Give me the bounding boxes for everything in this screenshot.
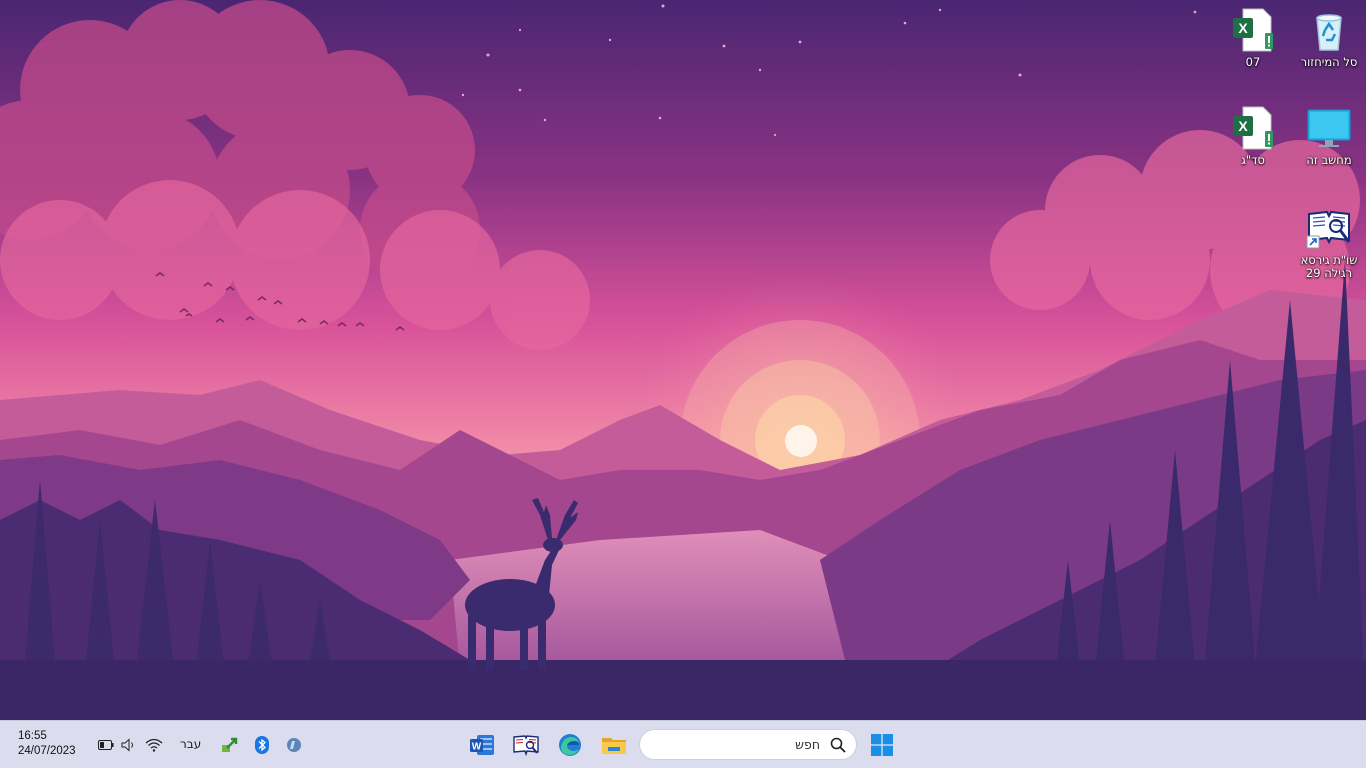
desktop-icon-excel-sdg[interactable]: X סד"ג [1218,104,1288,167]
green-arrow-app-icon[interactable] [219,721,241,769]
desktop-icon-shut-app[interactable]: שו"ת גירסא רגילה 29 [1294,204,1364,280]
taskbar: 16:55 24/07/2023 עבר W חפש [0,720,1366,768]
search-placeholder: חפש [795,737,820,752]
language-indicator[interactable]: עבר [180,737,201,751]
wifi-icon[interactable] [144,721,164,769]
globe-app-icon[interactable] [284,721,304,769]
system-clock[interactable]: 16:55 24/07/2023 [18,729,76,759]
wallpaper-image [0,0,1366,720]
desktop-icon-label: סד"ג [1241,153,1265,167]
desktop-icon-label: שו"ת גירסא רגילה 29 [1300,253,1358,280]
clock-time: 16:55 [18,730,47,742]
clock-date: 24/07/2023 [18,745,76,757]
windows-start-icon[interactable] [866,721,898,769]
book-shortcut-icon [1305,204,1353,252]
recycle-bin-icon [1305,6,1353,54]
desktop-icon-recycle-bin[interactable]: סל המיחזור [1294,6,1364,69]
svg-text:X: X [1238,20,1248,36]
taskbar-search[interactable]: חפש [639,729,857,760]
bluetooth-icon[interactable] [252,721,272,769]
desktop-icon-excel-07[interactable]: X 07 [1218,6,1288,69]
book-app-icon[interactable] [510,721,542,769]
svg-text:W: W [472,742,482,753]
desktop-icon-label: מחשב זה [1306,153,1352,167]
desktop[interactable]: סל המיחזור X 07 מחשב זה X סד"ג שו"ת גירס… [0,0,1366,720]
word-icon[interactable]: W [466,721,498,769]
file-explorer-icon[interactable] [598,721,630,769]
excel-file-icon: X [1229,6,1277,54]
search-icon [830,737,846,753]
volume-icon[interactable] [119,721,139,769]
battery-icon[interactable] [96,721,116,769]
edge-icon[interactable] [554,721,586,769]
excel-file-icon: X [1229,104,1277,152]
desktop-icon-this-pc[interactable]: מחשב זה [1294,104,1364,167]
desktop-icon-label: 07 [1245,55,1261,69]
desktop-icon-label: סל המיחזור [1300,55,1358,69]
this-pc-monitor-icon [1305,104,1353,152]
svg-text:X: X [1238,118,1248,134]
